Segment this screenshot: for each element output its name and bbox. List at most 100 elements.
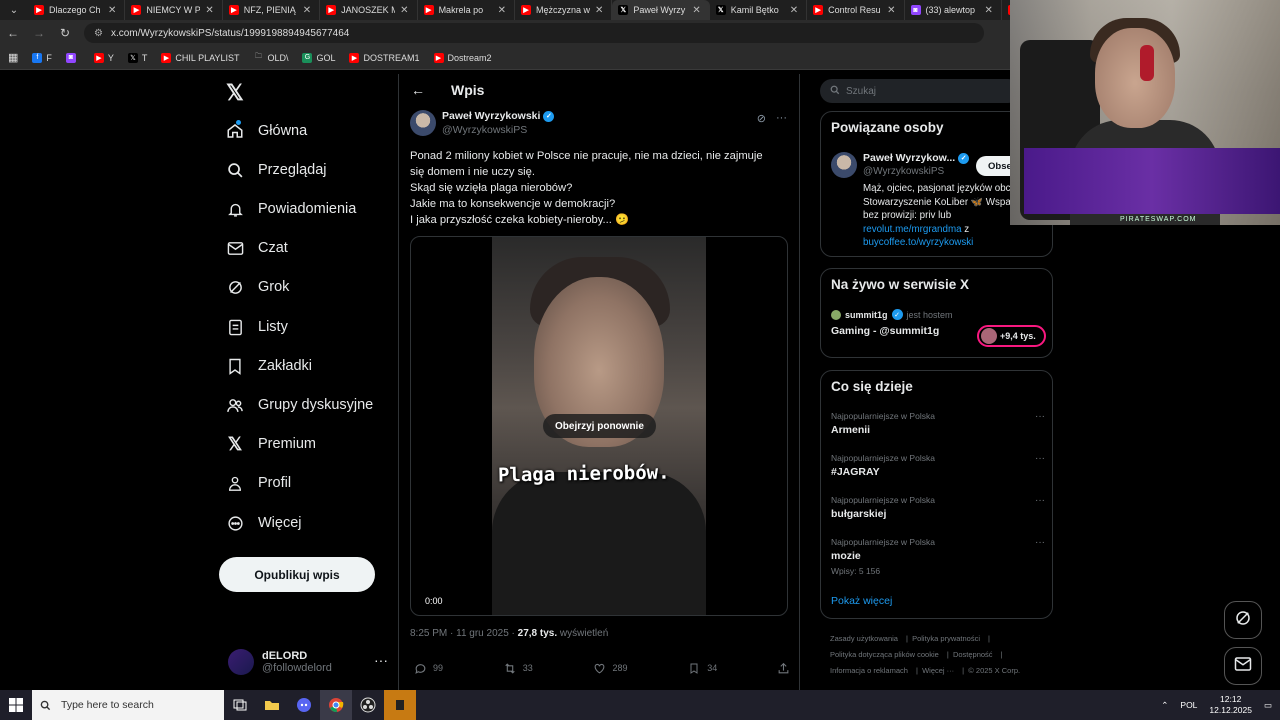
- back-button[interactable]: ←: [6, 26, 20, 40]
- close-icon[interactable]: ✕: [985, 5, 993, 16]
- browser-tab[interactable]: ▶ NFZ, PIENIĄ ✕: [223, 0, 321, 20]
- nav-item-person[interactable]: Profil: [226, 474, 291, 492]
- messages-fab[interactable]: [1224, 647, 1262, 685]
- post-more-icon[interactable]: ···: [776, 112, 787, 125]
- close-icon[interactable]: ✕: [790, 5, 798, 16]
- clock[interactable]: 12:12 12.12.2025: [1209, 694, 1252, 716]
- forward-button[interactable]: →: [32, 26, 46, 40]
- bookmark-item[interactable]: ▶ Y: [93, 52, 114, 63]
- trend-item[interactable]: Najpopularniejsze w Polska #JAGRAY ···: [831, 453, 1045, 478]
- trend-item[interactable]: Najpopularniejsze w Polska Armenii ···: [831, 411, 1045, 436]
- close-icon[interactable]: ✕: [887, 5, 895, 16]
- footer-link[interactable]: Zasady użytkowania: [830, 634, 898, 643]
- post-author[interactable]: Paweł Wyrzykowski ✓ @WyrzykowskiPS: [410, 110, 555, 136]
- share-button[interactable]: [777, 661, 791, 675]
- chrome-icon[interactable]: [320, 690, 352, 720]
- close-icon[interactable]: ✕: [108, 5, 116, 16]
- bookmark-item[interactable]: fF: [32, 52, 52, 63]
- browser-tab[interactable]: ▶ JANOSZEK M ✕: [320, 0, 418, 20]
- browser-tab[interactable]: ▶ NIEMCY W P ✕: [125, 0, 223, 20]
- back-arrow-icon[interactable]: ←: [411, 82, 425, 98]
- bookmark-item[interactable]: ◙: [65, 52, 80, 63]
- trend-more-icon[interactable]: ···: [1035, 537, 1045, 548]
- obs-icon[interactable]: [352, 690, 384, 720]
- close-icon[interactable]: ✕: [498, 5, 506, 16]
- author-avatar[interactable]: [410, 110, 436, 136]
- nav-item-bell[interactable]: Powiadomienia: [226, 200, 356, 218]
- nav-item-mail[interactable]: Czat: [226, 239, 288, 257]
- nav-item-more[interactable]: Więcej: [226, 514, 302, 532]
- live-stream-title[interactable]: Gaming - @summit1g: [831, 325, 939, 337]
- file-explorer-icon[interactable]: [256, 690, 288, 720]
- grok-fab[interactable]: [1224, 601, 1262, 639]
- app-icon[interactable]: [384, 690, 416, 720]
- post-datetime[interactable]: 8:25 PM · 11 gru 2025 ·: [410, 628, 518, 639]
- nav-item-people[interactable]: Grupy dyskusyjne: [226, 396, 373, 414]
- bookmark-item[interactable]: 𝕏T: [127, 52, 147, 63]
- notifications-icon[interactable]: ▭: [1264, 700, 1272, 711]
- author-name[interactable]: Paweł Wyrzykowski: [442, 110, 540, 122]
- close-icon[interactable]: ✕: [595, 5, 603, 16]
- browser-tab[interactable]: ▶ Makrela po ✕: [418, 0, 515, 20]
- trend-item[interactable]: Najpopularniejsze w Polska bułgarskiej ···: [831, 495, 1045, 520]
- bio-link[interactable]: revolut.me/mrgrandma: [863, 224, 962, 235]
- author-handle[interactable]: @WyrzykowskiPS: [442, 124, 554, 136]
- browser-tab[interactable]: 𝕏 Paweł Wyrzy ✕: [612, 0, 710, 20]
- footer-link[interactable]: Więcej ···: [922, 666, 954, 675]
- repost-button[interactable]: 33: [503, 661, 533, 675]
- start-button[interactable]: [0, 690, 32, 720]
- nav-item-search[interactable]: Przeglądaj: [226, 161, 327, 179]
- close-icon[interactable]: ✕: [303, 5, 311, 16]
- bookmark-item[interactable]: 🗀 OLD\: [253, 53, 289, 63]
- browser-tab[interactable]: ◙ (33) alewtop ✕: [905, 0, 1002, 20]
- search-input[interactable]: Szukaj: [820, 79, 1020, 103]
- reply-button[interactable]: 99: [413, 661, 443, 675]
- live-listeners[interactable]: +9,4 tys.: [977, 325, 1046, 347]
- bookmark-item[interactable]: G GOL: [302, 52, 335, 63]
- discord-icon[interactable]: [288, 690, 320, 720]
- taskbar-search[interactable]: Type here to search: [32, 690, 224, 720]
- site-info-icon[interactable]: ⚙: [94, 28, 103, 39]
- tab-search-button[interactable]: ⌄: [0, 0, 28, 20]
- like-button[interactable]: 289: [592, 661, 628, 675]
- account-switcher[interactable]: dELORD @followdelord ···: [228, 646, 388, 678]
- footer-link[interactable]: Informacja o reklamach: [830, 666, 908, 675]
- browser-tab[interactable]: ▶ Control Resu ✕: [807, 0, 905, 20]
- post-button[interactable]: Opublikuj wpis: [219, 557, 375, 592]
- nav-item-grok[interactable]: Grok: [226, 278, 289, 296]
- trend-more-icon[interactable]: ···: [1035, 495, 1045, 506]
- trend-more-icon[interactable]: ···: [1035, 411, 1045, 422]
- show-more-link[interactable]: Pokaż więcej: [831, 595, 892, 607]
- nav-item-home[interactable]: Główna: [226, 120, 307, 140]
- footer-link[interactable]: Dostępność: [953, 650, 993, 659]
- tray-chevron-icon[interactable]: ⌃: [1161, 700, 1168, 711]
- nav-item-list[interactable]: Listy: [226, 318, 288, 336]
- post-video[interactable]: Obejrzyj ponownie Plaga nierobów. 0:00: [410, 236, 788, 616]
- address-bar[interactable]: ⚙ x.com/WyrzykowskiPS/status/19991988949…: [84, 23, 984, 43]
- close-icon[interactable]: ✕: [400, 5, 408, 16]
- bookmark-item[interactable]: ▶ Dostream2: [433, 52, 492, 63]
- footer-link[interactable]: Polityka dotycząca plików cookie: [830, 650, 939, 659]
- browser-tab[interactable]: ▶ Dlaczego Ch ✕: [28, 0, 126, 20]
- browser-tab[interactable]: ▶ Mężczyzna w ✕: [515, 0, 613, 20]
- related-person[interactable]: Paweł Wyrzykow... ✓ @WyrzykowskiPS: [831, 152, 970, 178]
- close-icon[interactable]: ✕: [692, 5, 700, 16]
- replay-button[interactable]: Obejrzyj ponownie: [543, 414, 656, 438]
- x-logo-icon[interactable]: 𝕏: [226, 80, 244, 106]
- bookmark-item[interactable]: ▶ DOSTREAM1: [349, 52, 420, 63]
- related-name[interactable]: Paweł Wyrzykow...: [863, 152, 955, 164]
- browser-tab[interactable]: 𝕏 Kamil Bętko ✕: [710, 0, 808, 20]
- trend-item[interactable]: Najpopularniejsze w Polska mozie Wpisy: 5 …: [831, 537, 1045, 576]
- language-indicator[interactable]: POL: [1180, 700, 1197, 710]
- bookmark-item[interactable]: ▶ CHIL PLAYLIST: [161, 52, 239, 63]
- trend-more-icon[interactable]: ···: [1035, 453, 1045, 464]
- nav-item-x[interactable]: 𝕏 Premium: [226, 434, 316, 454]
- grok-icon[interactable]: ⊘: [757, 112, 766, 125]
- footer-link[interactable]: Polityka prywatności: [912, 634, 980, 643]
- task-view-icon[interactable]: [224, 690, 256, 720]
- related-avatar[interactable]: [831, 152, 857, 178]
- apps-icon[interactable]: ▦: [8, 51, 18, 64]
- nav-item-bookmark[interactable]: Zakładki: [226, 357, 312, 375]
- bookmark-button[interactable]: 34: [687, 661, 717, 675]
- more-icon[interactable]: ···: [374, 652, 388, 668]
